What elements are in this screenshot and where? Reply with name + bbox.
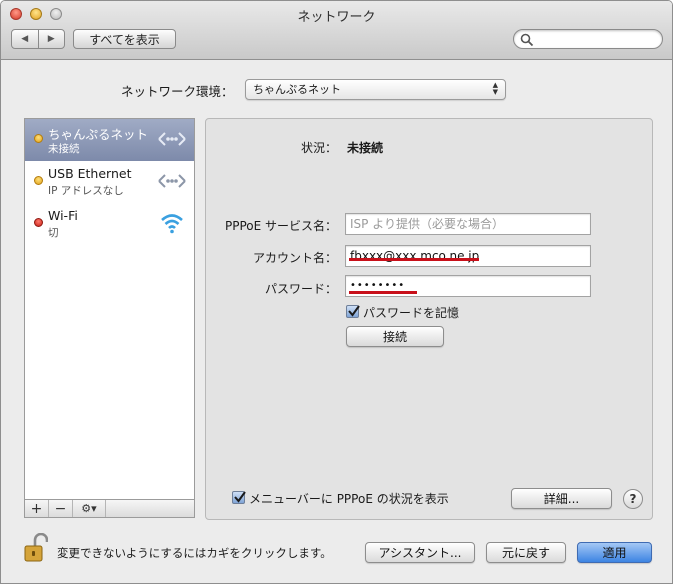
service-item-usb-ethernet[interactable]: USB Ethernet IP アドレスなし: [25, 161, 194, 203]
window-title: ネットワーク: [297, 10, 376, 25]
search-field[interactable]: [513, 29, 663, 49]
service-name-field[interactable]: ISP より提供（必要な場合）: [345, 213, 591, 235]
location-value: ちゃんぷるネット: [253, 83, 341, 96]
add-service-button[interactable]: +: [25, 500, 49, 517]
annotation-underline: [349, 291, 417, 294]
forward-arrow-icon[interactable]: ▶: [37, 30, 65, 48]
service-name-label: PPPoE サービス名：: [224, 219, 337, 233]
remove-service-button[interactable]: −: [49, 500, 73, 517]
checkmark-icon: [348, 305, 360, 317]
advanced-button[interactable]: 詳細...: [511, 488, 612, 509]
account-name-field[interactable]: fbxxx@xxx.mco.ne.jp: [345, 245, 591, 267]
lock-icon[interactable]: [24, 533, 48, 563]
service-name: Wi-Fi: [48, 208, 78, 223]
popup-arrows-icon: ▲ ▼: [492, 81, 498, 96]
wifi-icon: [161, 214, 183, 234]
status-dot-yellow-icon: [34, 176, 43, 185]
service-name: USB Ethernet: [48, 166, 132, 181]
remember-password-checkbox[interactable]: [346, 305, 360, 318]
status-dot-yellow-icon: [34, 134, 43, 143]
network-preferences-window: ネットワーク ◀ ▶ すべてを表示 ネットワーク環境： ちゃんぷるネット ▲ ▼ …: [0, 0, 673, 584]
show-status-checkbox[interactable]: [232, 491, 246, 504]
show-status-label: メニューバーに PPPoE の状況を表示: [249, 492, 449, 506]
status-dot-red-icon: [34, 218, 43, 227]
connect-button[interactable]: 接続: [346, 326, 444, 347]
service-item-chanpuru[interactable]: ちゃんぷるネット 未接続: [25, 119, 194, 161]
help-button[interactable]: ?: [623, 489, 643, 509]
toolbar: ネットワーク ◀ ▶ すべてを表示: [1, 1, 672, 60]
show-all-button[interactable]: すべてを表示: [73, 29, 176, 49]
password-label: パスワード：: [264, 282, 337, 296]
back-arrow-icon[interactable]: ◀: [12, 30, 38, 48]
back-forward-control: ◀ ▶: [11, 29, 65, 49]
service-item-wifi[interactable]: Wi-Fi 切: [25, 203, 194, 245]
ethernet-icon: [158, 174, 186, 188]
service-status: 未接続: [48, 143, 80, 155]
service-list-controls: + − ⚙▾: [24, 499, 195, 518]
location-popup[interactable]: ちゃんぷるネット ▲ ▼: [245, 79, 506, 100]
service-status: IP アドレスなし: [48, 185, 124, 197]
ppp-icon: [158, 132, 186, 146]
remember-password-label: パスワードを記憶: [363, 306, 460, 320]
checkmark-icon: [234, 491, 246, 503]
search-icon: [520, 33, 534, 47]
status-label: 状況：: [300, 141, 337, 155]
revert-button[interactable]: 元に戻す: [486, 542, 566, 563]
service-list: ちゃんぷるネット 未接続 USB Ethernet IP アドレスなし Wi-F…: [24, 118, 195, 500]
apply-button[interactable]: 適用: [577, 542, 652, 563]
status-value: 未接続: [347, 141, 384, 155]
service-status: 切: [48, 227, 59, 239]
account-label: アカウント名：: [252, 251, 337, 265]
annotation-underline: [349, 258, 479, 261]
assistant-button[interactable]: アシスタント...: [365, 542, 475, 563]
location-label: ネットワーク環境：: [121, 84, 234, 99]
gear-icon[interactable]: ⚙▾: [73, 500, 106, 517]
lock-instruction-text: 変更できないようにするにはカギをクリックします。: [57, 546, 332, 560]
